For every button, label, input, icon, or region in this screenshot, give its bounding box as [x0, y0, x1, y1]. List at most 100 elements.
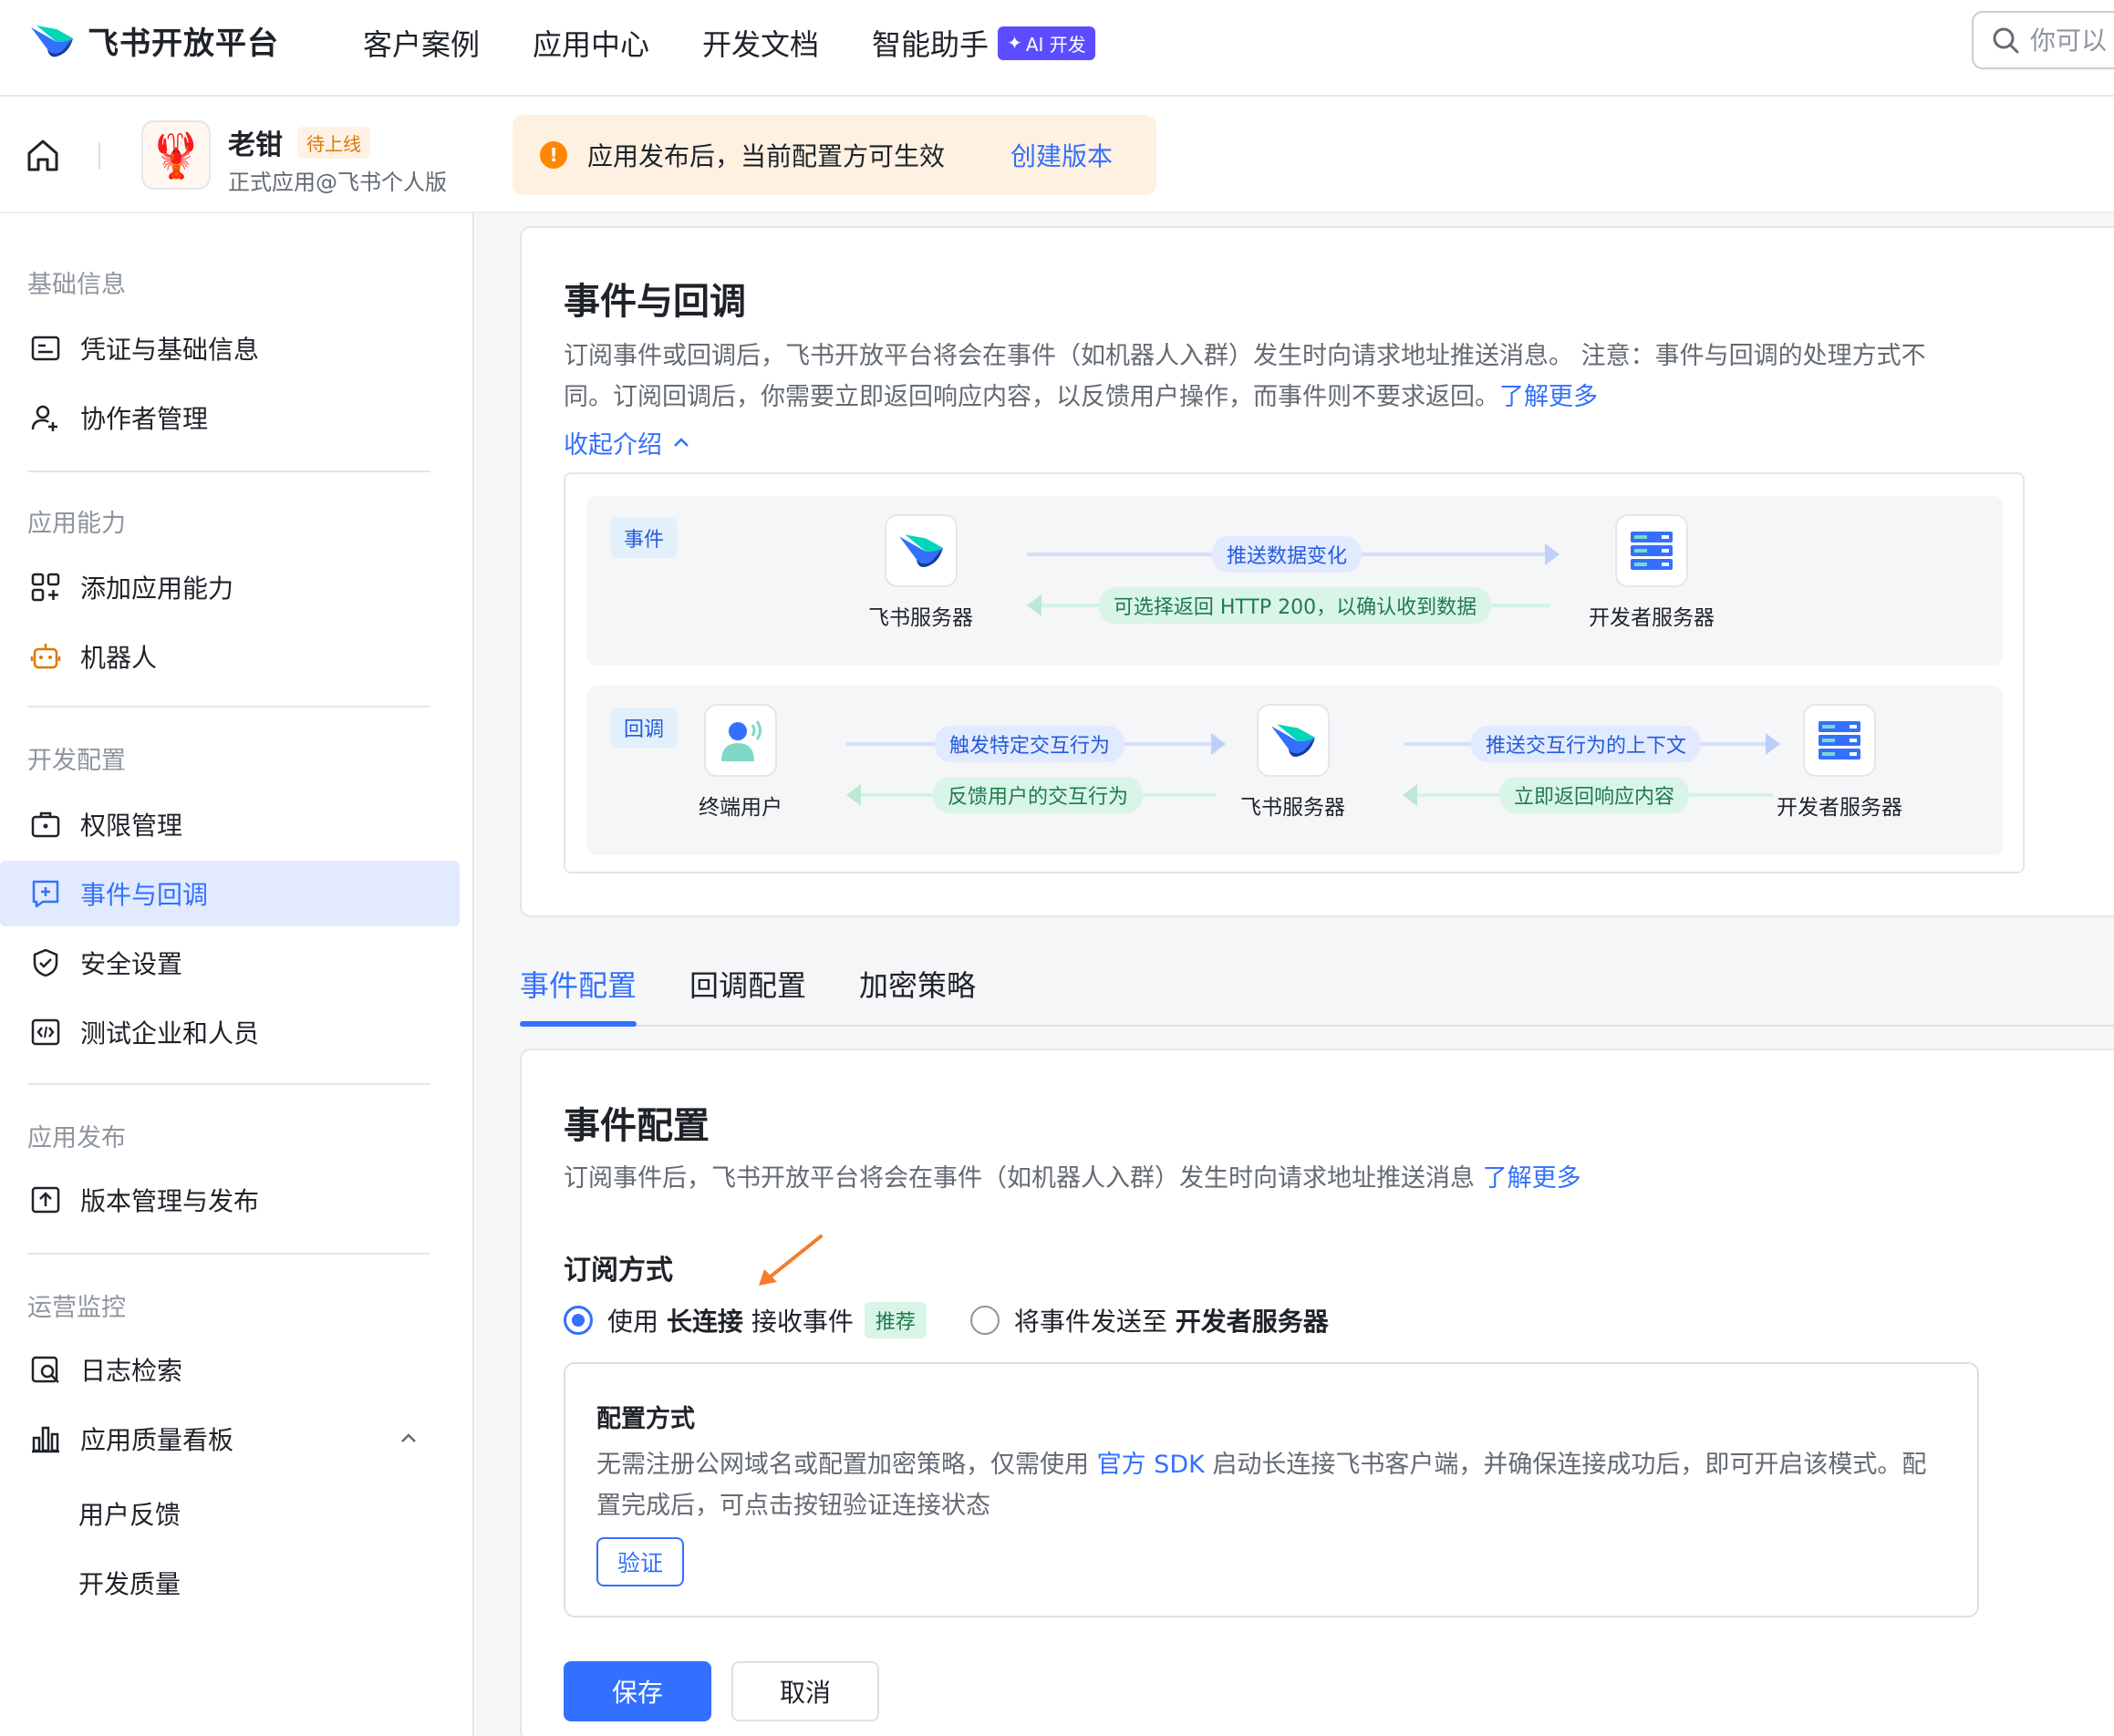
sidebar-item-versions[interactable]: 版本管理与发布 [0, 1167, 460, 1233]
option-label: 将事件发送至 [1013, 1307, 1167, 1337]
app-subtitle: 正式应用@飞书个人版 [228, 170, 447, 195]
config-desc-text: 无需注册公网域名或配置加密策略，仅需使用 [596, 1451, 1089, 1479]
search-input[interactable] [2030, 25, 2114, 56]
sidebar-group-ops: 运营监控 [27, 1294, 126, 1322]
option-label: 接收事件 [751, 1307, 854, 1337]
upload-icon [29, 1183, 62, 1216]
arrow-label: 推送交互行为的上下文 [1470, 726, 1702, 762]
tab-encryption[interactable]: 加密策略 [859, 957, 976, 1025]
dev-server-node: 开发者服务器 [1777, 704, 1902, 821]
nav-app-center[interactable]: 应用中心 [533, 22, 649, 64]
divider [98, 142, 100, 170]
sidebar-item-security[interactable]: 安全设置 [0, 930, 460, 996]
create-version-link[interactable]: 创建版本 [1010, 137, 1113, 173]
arrow-label: 触发特定交互行为 [934, 726, 1125, 762]
event-flow-row: 事件 飞书服务器 推送数据变化 可选择返回 HTTP 200，以确认收到数据 开… [587, 496, 2003, 666]
sidebar-item-label: 添加应用能力 [80, 574, 234, 604]
status-badge: 待上线 [297, 126, 370, 159]
sidebar-item-add-capability[interactable]: 添加应用能力 [0, 554, 460, 620]
feishu-logo-icon [31, 25, 73, 57]
sidebar-item-bot[interactable]: 机器人 [0, 624, 460, 689]
config-method-title: 配置方式 [596, 1405, 695, 1433]
config-method-box: 配置方式 无需注册公网域名或配置加密策略，仅需使用 官方 SDK 启动长连接飞书… [564, 1362, 1979, 1617]
collapse-intro-toggle[interactable]: 收起介绍 [564, 425, 691, 460]
section-title: 事件配置 [564, 1105, 710, 1147]
intro-desc-line2: 同。订阅回调后，你需要立即返回响应内容，以反馈用户操作，而事件则不要求返回。 [564, 383, 1499, 411]
sidebar-item-permissions[interactable]: 权限管理 [0, 791, 460, 857]
node-label: 飞书服务器 [1240, 796, 1345, 820]
sidebar-subitem-dev-quality[interactable]: 开发质量 [78, 1565, 181, 1601]
sidebar-item-label: 凭证与基础信息 [80, 335, 260, 365]
app-header: 🦞 老钳 待上线 正式应用@飞书个人版 ! 应用发布后，当前配置方可生效 创建版… [0, 97, 2114, 213]
option-label-bold: 长连接 [666, 1307, 743, 1337]
nav-assistant[interactable]: 智能助手 ✦ AI 开发 [872, 22, 1095, 64]
search-box[interactable] [1972, 11, 2114, 69]
cancel-button[interactable]: 取消 [731, 1661, 879, 1721]
briefcase-icon [29, 808, 62, 841]
sidebar-item-label: 机器人 [80, 643, 158, 673]
apps-add-icon [29, 571, 62, 604]
arrow-head [1545, 543, 1560, 565]
learn-more-link[interactable]: 了解更多 [1483, 1164, 1581, 1193]
callback-tag: 回调 [611, 708, 678, 748]
intro-description: 订阅事件或回调后，飞书开放平台将会在事件（如机器人入群）发生时向请求地址推送消息… [564, 336, 2059, 418]
flow-diagram: 事件 飞书服务器 推送数据变化 可选择返回 HTTP 200，以确认收到数据 开… [564, 472, 2025, 873]
intro-desc-line1: 订阅事件或回调后，飞书开放平台将会在事件（如机器人入群）发生时向请求地址推送消息… [564, 342, 1926, 370]
nav-assistant-label: 智能助手 [872, 27, 990, 62]
brand-name: 飞书开放平台 [88, 26, 279, 62]
dev-server-node: 开发者服务器 [1589, 514, 1715, 631]
recommended-badge: 推荐 [864, 1302, 927, 1338]
nav-customer-cases[interactable]: 客户案例 [363, 22, 480, 64]
feishu-logo-icon [884, 514, 958, 587]
arrow-label: 立即返回响应内容 [1498, 777, 1690, 813]
top-navbar: 飞书开放平台 客户案例 应用中心 开发文档 智能助手 ✦ AI 开发 [0, 0, 2114, 97]
brand[interactable]: 飞书开放平台 [29, 18, 279, 63]
chevron-up-icon[interactable] [398, 1428, 420, 1450]
home-icon[interactable] [24, 137, 62, 175]
trigger-arrow: 触发特定交互行为 [846, 726, 1226, 762]
tab-event-config[interactable]: 事件配置 [520, 957, 637, 1027]
log-search-icon [29, 1353, 62, 1386]
sidebar-item-label: 事件与回调 [80, 880, 209, 910]
server-icon [1615, 514, 1688, 587]
sidebar-item-label: 安全设置 [80, 949, 183, 979]
feishu-server-node: 飞书服务器 [868, 514, 973, 631]
save-button[interactable]: 保存 [564, 1661, 711, 1721]
radio-dev-server[interactable] [969, 1306, 1000, 1335]
tab-callback-config[interactable]: 回调配置 [689, 957, 806, 1025]
sidebar-subitem-feedback[interactable]: 用户反馈 [78, 1495, 181, 1532]
verify-button[interactable]: 验证 [596, 1537, 684, 1586]
page-title: 事件与回调 [564, 281, 746, 323]
app-avatar[interactable]: 🦞 [141, 120, 211, 190]
search-icon [1993, 27, 2019, 54]
sidebar-item-test-tenants[interactable]: 测试企业和人员 [0, 999, 460, 1065]
sidebar-item-log-search[interactable]: 日志检索 [0, 1337, 460, 1402]
publish-notice: ! 应用发布后，当前配置方可生效 创建版本 [513, 115, 1156, 195]
user-icon [704, 704, 777, 777]
push-context-arrow: 推送交互行为的上下文 [1404, 726, 1780, 762]
arrow-head [1211, 733, 1226, 755]
sidebar-item-credentials[interactable]: 凭证与基础信息 [0, 315, 460, 381]
arrow-head [1027, 594, 1041, 616]
arrow-label: 推送数据变化 [1211, 536, 1363, 573]
sidebar-item-label: 日志检索 [80, 1356, 183, 1386]
sidebar-item-collaborators[interactable]: 协作者管理 [0, 385, 460, 450]
official-sdk-link[interactable]: 官方 SDK [1097, 1451, 1205, 1479]
config-tabs: 事件配置 回调配置 加密策略 [520, 957, 2114, 1027]
learn-more-link[interactable]: 了解更多 [1499, 383, 1598, 411]
nav-dev-docs[interactable]: 开发文档 [702, 22, 819, 64]
sidebar-group-dev: 开发配置 [27, 747, 126, 775]
sidebar-item-events-callbacks[interactable]: 事件与回调 [0, 861, 460, 926]
config-method-description: 无需注册公网域名或配置加密策略，仅需使用 官方 SDK 启动长连接飞书客户端，并… [596, 1444, 1946, 1526]
arrow-label: 可选择返回 HTTP 200，以确认收到数据 [1098, 587, 1492, 624]
arrow-head [846, 784, 861, 806]
sidebar-divider [27, 470, 430, 472]
sidebar-item-label: 协作者管理 [80, 404, 209, 434]
radio-long-connection[interactable] [564, 1306, 593, 1335]
user-add-icon [29, 401, 62, 434]
sidebar-item-label: 应用质量看板 [80, 1425, 234, 1455]
arrow-head [1403, 784, 1417, 806]
subscription-mode-title: 订阅方式 [564, 1255, 673, 1286]
sidebar-group-capability: 应用能力 [27, 510, 126, 538]
sidebar-item-quality-board[interactable]: 应用质量看板 [0, 1406, 460, 1472]
